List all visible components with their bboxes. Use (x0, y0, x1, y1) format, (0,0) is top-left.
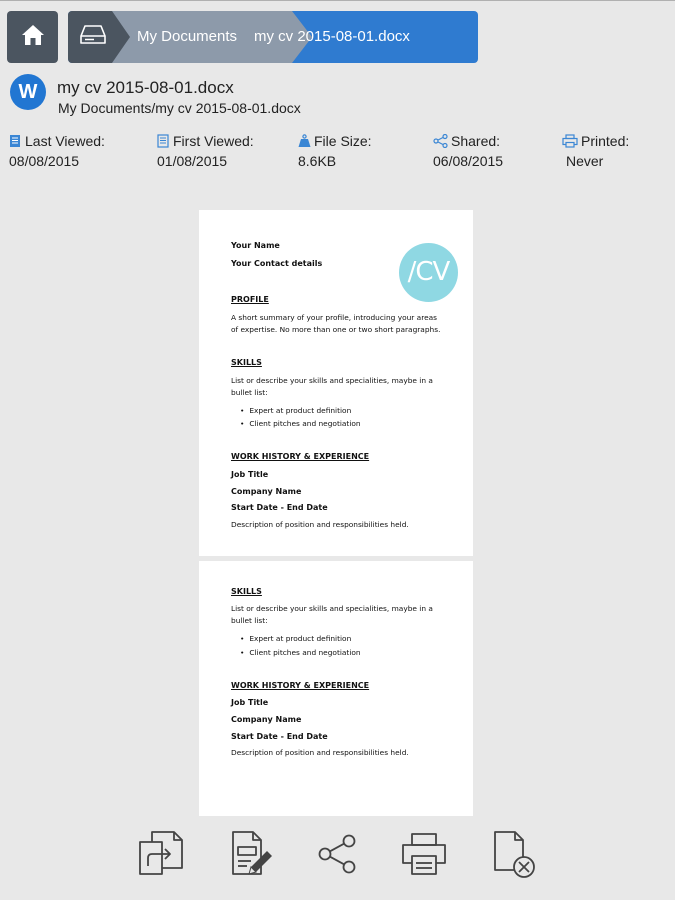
skill-bullet: Expert at product definition (240, 406, 351, 415)
edit-icon (229, 830, 275, 883)
file-title: my cv 2015-08-01.docx (57, 78, 234, 97)
delete-button[interactable] (490, 830, 538, 883)
company-name: Company Name (231, 715, 302, 724)
breadcrumb: My Documents my cv 2015-08-01.docx (68, 11, 478, 63)
last-viewed-value: 08/08/2015 (9, 153, 80, 169)
weight-icon (298, 134, 311, 148)
printed-label: Printed: (581, 133, 630, 149)
first-viewed-value: 01/08/2015 (157, 153, 228, 169)
skill-bullet: Client pitches and negotiation (240, 419, 360, 428)
printed-value: Never (566, 153, 604, 169)
meta-printed: Printed: Never (562, 133, 629, 169)
file-size-label: File Size: (314, 133, 372, 149)
skills-heading: SKILLS (231, 358, 262, 367)
document-icon (157, 134, 170, 148)
skills-heading: SKILLS (231, 587, 262, 596)
meta-shared: Shared: 06/08/2015 (433, 133, 503, 169)
job-description: Description of position and responsibili… (231, 748, 409, 757)
first-viewed-label: First Viewed: (173, 133, 254, 149)
shared-value: 06/08/2015 (433, 153, 504, 169)
open-with-button[interactable] (137, 830, 185, 883)
company-name: Company Name (231, 487, 302, 496)
share-button[interactable] (313, 831, 361, 881)
job-title: Job Title (231, 470, 269, 479)
job-title: Job Title (231, 698, 269, 707)
print-icon (401, 832, 447, 881)
file-size-value: 8.6KB (298, 153, 337, 169)
word-app-icon: W (10, 74, 46, 110)
cv-contact: Your Contact details (231, 259, 323, 268)
skills-text: List or describe your skills and special… (231, 604, 433, 625)
skill-bullet: Expert at product definition (240, 634, 351, 643)
meta-last-viewed: Last Viewed: 08/08/2015 (9, 133, 105, 169)
skills-text: List or describe your skills and special… (231, 376, 433, 397)
share-icon (316, 833, 358, 880)
job-description: Description of position and responsibili… (231, 520, 409, 529)
cv-name: Your Name (231, 241, 280, 250)
file-path: My Documents/my cv 2015-08-01.docx (58, 100, 301, 116)
job-dates: Start Date - End Date (231, 732, 328, 741)
delete-icon (491, 830, 537, 883)
document-preview-page-2[interactable]: SKILLS List or describe your skills and … (199, 561, 473, 816)
printer-icon (562, 134, 578, 148)
edit-button[interactable] (228, 830, 276, 883)
profile-text: A short summary of your profile, introdu… (231, 313, 441, 334)
document-preview-page-1[interactable]: Your Name Your Contact details /CV PROFI… (199, 210, 473, 556)
last-viewed-label: Last Viewed: (25, 133, 105, 149)
print-button[interactable] (400, 831, 448, 881)
profile-heading: PROFILE (231, 295, 269, 304)
drive-icon (80, 24, 106, 51)
work-heading: WORK HISTORY & EXPERIENCE (231, 681, 370, 690)
shared-label: Shared: (451, 133, 501, 149)
skill-bullet: Client pitches and negotiation (240, 648, 360, 657)
meta-file-size: File Size: 8.6KB (298, 133, 372, 169)
breadcrumb-folder[interactable]: My Documents (137, 11, 237, 63)
work-heading: WORK HISTORY & EXPERIENCE (231, 452, 370, 461)
share-icon (433, 133, 448, 149)
home-icon (21, 23, 45, 52)
home-button[interactable] (7, 11, 58, 63)
open-with-icon (138, 830, 184, 883)
job-dates: Start Date - End Date (231, 503, 328, 512)
breadcrumb-file[interactable]: my cv 2015-08-01.docx (254, 11, 410, 63)
cv-logo: /CV (399, 243, 458, 302)
document-icon (9, 134, 22, 148)
meta-first-viewed: First Viewed: 01/08/2015 (157, 133, 254, 169)
